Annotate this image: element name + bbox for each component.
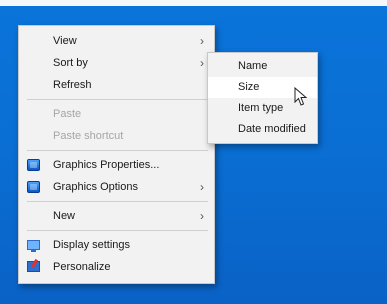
menu-separator (27, 230, 208, 231)
menu-item-sort-by[interactable]: Sort by › (19, 52, 214, 74)
submenu-item-date-modified[interactable]: Date modified (208, 119, 317, 140)
menu-item-refresh[interactable]: Refresh (19, 74, 214, 96)
display-monitor-icon (27, 240, 40, 252)
submenu-item-item-type-label: Item type (238, 102, 284, 114)
menu-item-paste-shortcut: Paste shortcut (19, 125, 214, 147)
desktop-context-menu: View › Sort by › Refresh Paste Paste sho… (18, 25, 215, 284)
menu-item-refresh-label: Refresh (53, 79, 92, 91)
chevron-right-icon: › (200, 180, 204, 194)
menu-item-view[interactable]: View › (19, 30, 214, 52)
menu-item-graphics-options[interactable]: Graphics Options › (19, 176, 214, 198)
submenu-item-size-label: Size (238, 81, 260, 93)
submenu-item-name[interactable]: Name (208, 56, 317, 77)
menu-item-personalize[interactable]: Personalize (19, 256, 214, 278)
submenu-item-name-label: Name (238, 60, 268, 72)
personalize-brush-icon (27, 261, 40, 272)
menu-item-paste: Paste (19, 103, 214, 125)
menu-separator (27, 201, 208, 202)
graphics-icon (27, 181, 40, 193)
graphics-icon (27, 159, 40, 171)
menu-item-display-settings-label: Display settings (53, 239, 131, 251)
menu-item-new[interactable]: New › (19, 205, 214, 227)
chevron-right-icon: › (200, 34, 204, 48)
menu-item-paste-shortcut-label: Paste shortcut (53, 130, 124, 142)
chevron-right-icon: › (200, 209, 204, 223)
menu-item-paste-label: Paste (53, 108, 82, 120)
menu-item-sort-by-label: Sort by (53, 57, 88, 69)
menu-item-graphics-options-label: Graphics Options (53, 181, 138, 193)
menu-separator (27, 150, 208, 151)
menu-item-personalize-label: Personalize (53, 261, 111, 273)
menu-separator (27, 99, 208, 100)
menu-item-new-label: New (53, 210, 76, 222)
menu-item-display-settings[interactable]: Display settings (19, 234, 214, 256)
mouse-pointer-icon (294, 87, 308, 106)
top-edge-strip (0, 0, 387, 6)
chevron-right-icon: › (200, 56, 204, 70)
menu-item-view-label: View (53, 35, 77, 47)
menu-item-graphics-properties[interactable]: Graphics Properties... (19, 154, 214, 176)
menu-item-graphics-properties-label: Graphics Properties... (53, 159, 160, 171)
submenu-item-date-modified-label: Date modified (238, 123, 306, 135)
